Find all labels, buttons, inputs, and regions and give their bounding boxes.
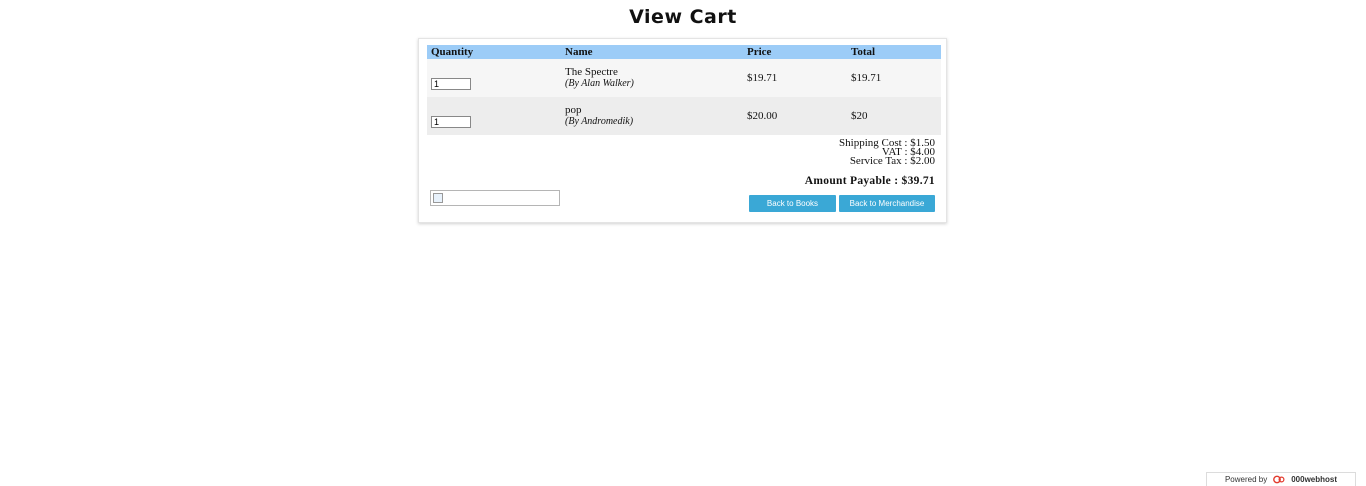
service-tax: Service Tax : $2.00 xyxy=(849,155,935,167)
page-title: View Cart xyxy=(629,6,737,28)
item-artist: (By Alan Walker) xyxy=(565,78,634,89)
table-row: pop (By Andromedik) $20.00 $20 xyxy=(427,97,941,135)
item-title: pop xyxy=(565,104,582,116)
total-cell: $20 xyxy=(847,97,941,135)
broken-image-icon xyxy=(433,193,443,203)
cart-summary: Shipping Cost : $1.50 VAT : $4.00 Servic… xyxy=(804,138,935,187)
quantity-input[interactable] xyxy=(431,78,471,90)
brand-name: 000webhost xyxy=(1291,475,1338,484)
name-cell: pop (By Andromedik) xyxy=(561,97,743,135)
total-cell: $19.71 xyxy=(847,59,941,97)
cart-panel: Quantity Name Price Total The Spectre (B… xyxy=(418,38,947,223)
item-artist: (By Andromedik) xyxy=(565,116,634,127)
price-cell: $20.00 xyxy=(743,97,847,135)
quantity-input[interactable] xyxy=(431,116,471,128)
amount-payable: Amount Payable : $39.71 xyxy=(804,175,935,187)
quantity-cell xyxy=(427,59,561,97)
column-header-name: Name xyxy=(561,45,743,59)
webhost-logo-icon xyxy=(1273,475,1285,484)
broken-image[interactable] xyxy=(430,190,560,206)
powered-by-badge[interactable]: Powered by 000webhost xyxy=(1206,472,1356,486)
price-cell: $19.71 xyxy=(743,59,847,97)
back-to-books-button[interactable]: Back to Books xyxy=(749,195,836,212)
column-header-total: Total xyxy=(847,45,941,59)
cart-table: Quantity Name Price Total The Spectre (B… xyxy=(427,45,941,135)
column-header-quantity: Quantity xyxy=(427,45,561,59)
back-to-merchandise-button[interactable]: Back to Merchandise xyxy=(839,195,935,212)
powered-by-label: Powered by xyxy=(1224,475,1268,484)
table-header-row: Quantity Name Price Total xyxy=(427,45,941,59)
column-header-price: Price xyxy=(743,45,847,59)
table-row: The Spectre (By Alan Walker) $19.71 $19.… xyxy=(427,59,941,97)
name-cell: The Spectre (By Alan Walker) xyxy=(561,59,743,97)
item-title: The Spectre xyxy=(565,66,618,78)
quantity-cell xyxy=(427,97,561,135)
